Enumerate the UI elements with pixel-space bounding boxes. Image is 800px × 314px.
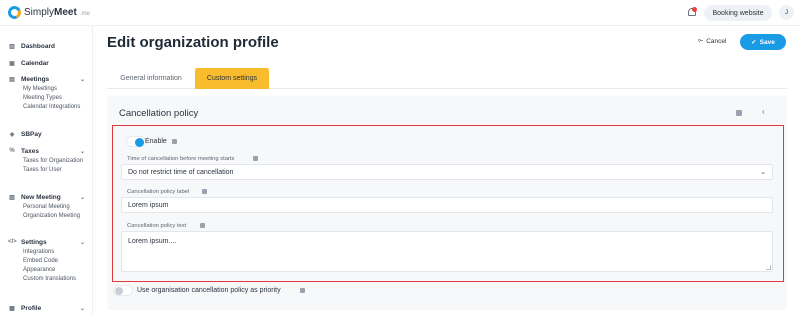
check-icon: ✓ xyxy=(751,39,757,46)
sidebar-item-organization-meeting[interactable]: Organization Meeting xyxy=(0,212,93,221)
sidebar-item-meeting-types[interactable]: Meeting Types xyxy=(0,94,93,103)
chevron-down-icon: ⌄ xyxy=(79,194,85,201)
sidebar-item-embed-code[interactable]: Embed Code xyxy=(0,257,93,266)
calendar-icon: ▣ xyxy=(9,60,15,67)
cancellation-time-select[interactable]: Do not restrict time of cancellation ⌄ xyxy=(121,164,773,180)
logo-text: SimplyMeet xyxy=(24,7,77,18)
sidebar-item-label: Settings xyxy=(21,238,47,246)
info-icon[interactable] xyxy=(736,110,742,116)
main-content: Edit organization profile ⟜ Cancel ✓ Sav… xyxy=(93,26,800,314)
sidebar-item-label: Profile xyxy=(21,304,42,312)
highlighted-settings-box: Enable Time of cancellation before meeti… xyxy=(112,125,784,282)
cancel-label: Cancel xyxy=(706,37,727,45)
sidebar-item-integrations[interactable]: Integrations xyxy=(0,248,93,257)
sidebar-item-label: SBPay xyxy=(21,130,42,138)
notification-bell-icon[interactable] xyxy=(687,7,697,18)
policy-text-textarea[interactable]: Lorem ipsum.... xyxy=(121,231,773,272)
cancellation-policy-panel: Cancellation policy ‹ Enable Time of can… xyxy=(107,96,787,310)
sidebar-item-my-meetings[interactable]: My Meetings xyxy=(0,85,93,94)
tab-bar: General information Custom settings xyxy=(107,68,787,89)
sidebar: ▥ Dashboard ▣ Calendar ▤ Meetings ⌄ My Meeti… xyxy=(0,26,93,314)
sidebar-item-appearance[interactable]: Appearance xyxy=(0,266,93,275)
info-icon[interactable] xyxy=(200,223,205,228)
sidebar-item-personal-meeting[interactable]: Personal Meeting xyxy=(0,203,93,212)
save-label: Save xyxy=(759,38,775,46)
logo[interactable]: SimplyMeet .me xyxy=(6,4,90,21)
logo-icon xyxy=(6,4,23,21)
sidebar-group-new-meeting[interactable]: ▧ New Meeting ⌄ Personal Meeting Organizat… xyxy=(0,191,93,221)
chevron-down-icon: ⌄ xyxy=(79,148,85,155)
sidebar-item-label: Dashboard xyxy=(21,42,55,50)
sidebar-group-taxes[interactable]: % Taxes ⌄ Taxes for Organization Taxes for… xyxy=(0,145,93,175)
info-icon[interactable] xyxy=(172,139,177,144)
time-field-label: Time of cancellation before meeting star… xyxy=(127,156,235,162)
chevron-left-icon[interactable]: ‹ xyxy=(762,107,765,116)
sidebar-item-custom-translations[interactable]: Custom translations xyxy=(0,275,93,284)
sidebar-group-profile[interactable]: ▦ Profile ⌄ xyxy=(0,302,93,314)
sidebar-item-calendar-integrations[interactable]: Calendar Integrations xyxy=(0,103,93,112)
priority-label: Use organisation cancellation policy as … xyxy=(137,287,281,294)
enable-label: Enable xyxy=(145,138,167,145)
sidebar-item-label: Meetings xyxy=(21,75,50,83)
priority-toggle[interactable] xyxy=(113,285,133,296)
top-bar: SimplyMeet .me Booking website J xyxy=(0,0,800,26)
select-value: Do not restrict time of cancellation xyxy=(128,168,234,176)
sidebar-item-taxes-organization[interactable]: Taxes for Organization xyxy=(0,157,93,166)
info-icon[interactable] xyxy=(300,288,305,293)
info-icon[interactable] xyxy=(253,156,258,161)
meetings-icon: ▤ xyxy=(9,76,15,83)
profile-icon: ▦ xyxy=(9,305,15,312)
pay-icon: ◈ xyxy=(9,131,15,138)
page-title: Edit organization profile xyxy=(107,34,279,51)
enable-toggle[interactable] xyxy=(126,136,146,147)
avatar[interactable]: J xyxy=(779,5,794,20)
logo-suffix: .me xyxy=(79,10,90,17)
sidebar-item-label: New Meeting xyxy=(21,193,61,201)
tab-custom-settings[interactable]: Custom settings xyxy=(195,68,269,89)
booking-website-button[interactable]: Booking website xyxy=(704,5,772,21)
code-icon: </> xyxy=(8,239,17,245)
policy-text-field-label: Cancellation policy text xyxy=(127,223,187,229)
sidebar-group-dashboard[interactable]: ▥ Dashboard xyxy=(0,40,93,52)
sidebar-group-calendar[interactable]: ▣ Calendar xyxy=(0,57,93,69)
notification-dot xyxy=(692,7,697,12)
chevron-down-icon: ⌄ xyxy=(79,239,85,246)
resize-handle[interactable] xyxy=(766,265,771,270)
tab-general-information[interactable]: General information xyxy=(111,68,191,89)
arrow-left-icon: ⟜ xyxy=(698,37,704,44)
chevron-down-icon: ⌄ xyxy=(760,169,766,176)
sidebar-item-label: Taxes xyxy=(21,147,39,155)
panel-title: Cancellation policy xyxy=(119,108,199,119)
sidebar-group-sbpay[interactable]: ◈ SBPay xyxy=(0,128,93,140)
chevron-down-icon: ⌄ xyxy=(79,76,85,83)
sidebar-item-taxes-user[interactable]: Taxes for User xyxy=(0,166,93,175)
textarea-value: Lorem ipsum.... xyxy=(128,238,177,245)
sidebar-group-meetings[interactable]: ▤ Meetings ⌄ My Meetings Meeting Types Cal… xyxy=(0,73,93,112)
sidebar-group-settings[interactable]: </> Settings ⌄ Integrations Embed Code App… xyxy=(0,236,93,284)
policy-label-field-label: Cancellation policy label xyxy=(127,189,190,195)
save-button[interactable]: ✓ Save xyxy=(740,34,786,50)
policy-label-input[interactable]: Lorem ipsum xyxy=(121,197,773,213)
cancel-button[interactable]: ⟜ Cancel xyxy=(698,37,726,45)
info-icon[interactable] xyxy=(202,189,207,194)
chart-icon: ▥ xyxy=(9,43,15,50)
chevron-down-icon: ⌄ xyxy=(79,305,85,312)
new-meeting-icon: ▧ xyxy=(9,194,15,201)
percent-icon: % xyxy=(9,148,15,154)
sidebar-item-label: Calendar xyxy=(21,59,49,67)
